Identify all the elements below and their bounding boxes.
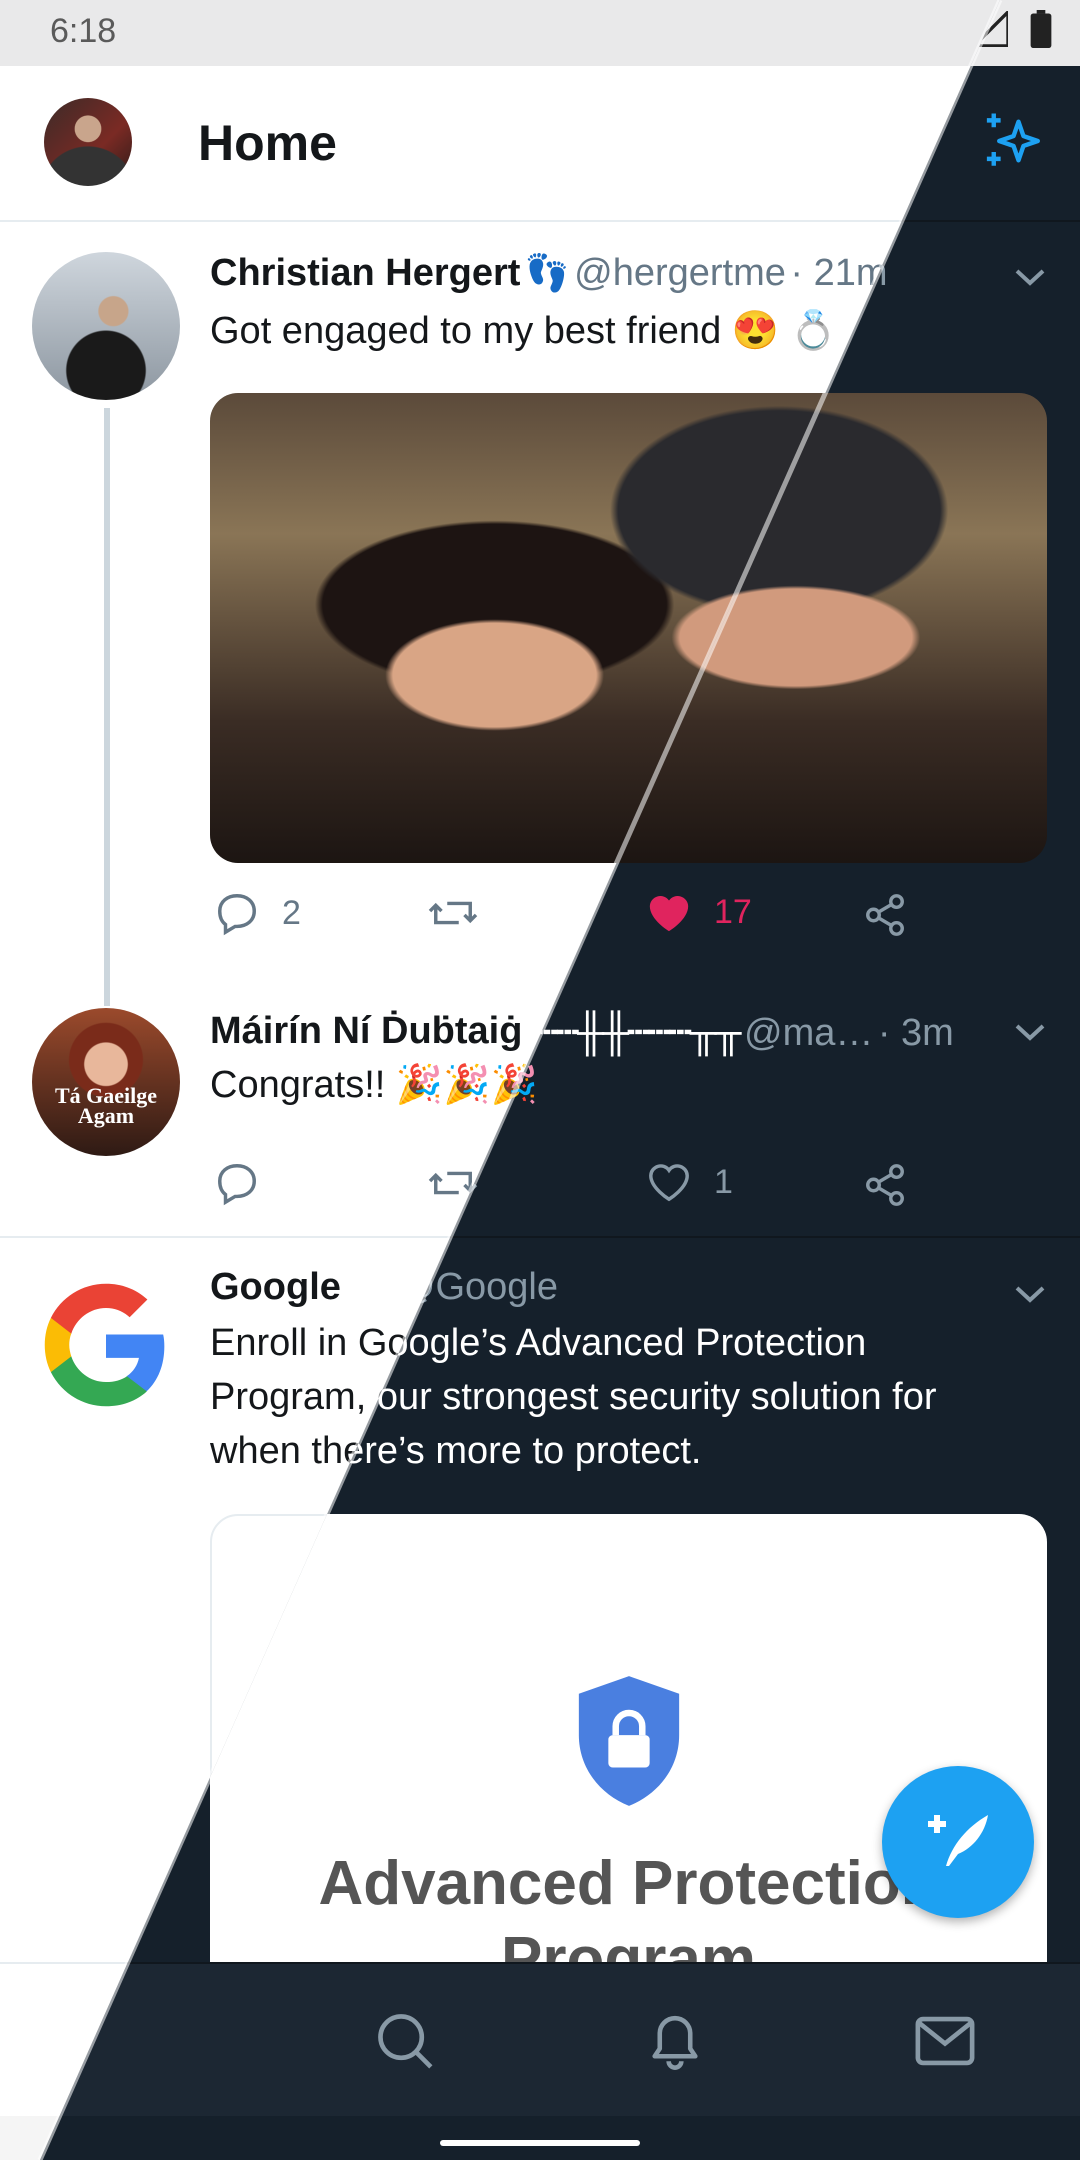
heart-outline-icon (649, 1164, 689, 1202)
tweet-handle[interactable]: @hergertme (574, 252, 786, 294)
tweet-header: Google (210, 1266, 341, 1309)
system-nav-bar (40, 2116, 1080, 2160)
profile-avatar[interactable] (44, 98, 132, 186)
like-button[interactable]: 1 (646, 1160, 733, 1204)
status-time: 6:18 (50, 12, 117, 50)
tweet-text: Got engaged to my best friend 😍 💍 (210, 310, 837, 352)
tweet-text: Congrats!! 🎉🎉🎉 (210, 1064, 538, 1106)
retweet-button[interactable] (426, 890, 480, 936)
chevron-down-icon[interactable] (1013, 1282, 1047, 1306)
google-logo-icon[interactable] (36, 1272, 176, 1418)
reply-count: 2 (282, 893, 301, 932)
compose-icon (928, 1815, 988, 1866)
thread-line (104, 408, 110, 1006)
tweet-header: Máirín Ní Ḋuḃtaiġ (210, 1010, 522, 1053)
reply-avatar[interactable]: Tá Gaeilge Agam (32, 1008, 180, 1156)
tweet-author-name[interactable]: Máirín Ní Ḋuḃtaiġ (210, 1010, 522, 1052)
promo-card[interactable]: Advanced Protection Program (210, 1514, 1047, 1994)
search-icon[interactable] (374, 2010, 436, 2072)
footprints-emoji: 👣 (524, 252, 570, 293)
like-button[interactable]: 17 (646, 890, 752, 934)
compose-tweet-button[interactable] (882, 1766, 1034, 1918)
bottom-navigation (40, 1962, 1080, 2118)
avatar-caption: Tá Gaeilge Agam (54, 1083, 158, 1128)
tweet-handle[interactable]: @ma… (744, 1012, 873, 1054)
name-decoration: /┄┄╫╫┄┄┄╥╥ (526, 1012, 742, 1054)
reply-button[interactable] (214, 1160, 260, 1206)
tweet-author-name[interactable]: Christian Hergert (210, 252, 520, 294)
tweet-header: Christian Hergert 👣 @hergertme · 21m (210, 252, 888, 295)
chevron-down-icon[interactable] (1013, 265, 1047, 289)
heart-icon (649, 896, 689, 932)
mail-icon[interactable] (914, 2014, 976, 2068)
share-icon[interactable] (862, 1162, 908, 1208)
share-icon[interactable] (862, 892, 908, 938)
like-count: 1 (714, 1162, 733, 1201)
retweet-icon (428, 901, 478, 925)
status-bar: 6:18 (0, 0, 1080, 66)
gesture-handle[interactable] (440, 2140, 640, 2146)
tweet-author-name[interactable]: Google (210, 1266, 341, 1308)
tweet-time: · 3m (877, 1012, 954, 1054)
chevron-down-icon[interactable] (1013, 1020, 1047, 1044)
like-count: 17 (714, 892, 752, 931)
tweet-avatar[interactable] (32, 252, 180, 400)
page-title: Home (198, 115, 337, 171)
battery-icon (1030, 10, 1052, 48)
reply-button[interactable]: 2 (214, 890, 301, 936)
reply-icon (218, 1164, 256, 1206)
sparkle-icon[interactable] (980, 108, 1046, 174)
shield-lock-icon (578, 1676, 680, 1806)
bell-icon[interactable] (644, 2008, 706, 2074)
reply-icon (218, 894, 256, 936)
